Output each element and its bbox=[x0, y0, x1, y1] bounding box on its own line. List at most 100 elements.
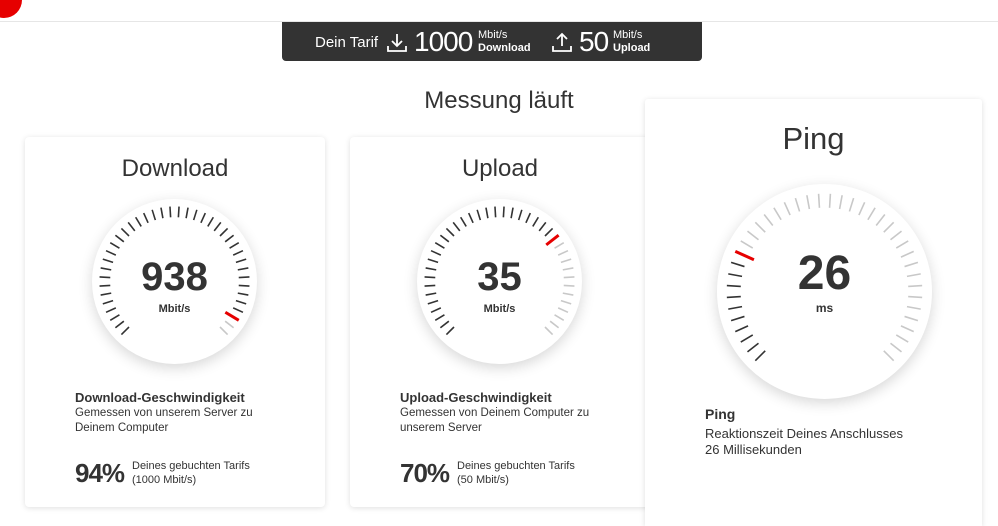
ping-gauge-tick bbox=[754, 350, 766, 362]
ping-gauge-tick bbox=[858, 201, 866, 216]
download-gauge-tick bbox=[224, 320, 235, 329]
ping-gauge-tick bbox=[754, 221, 766, 233]
tariff-upload-unit: Mbit/s Upload bbox=[613, 29, 651, 54]
download-gauge-tick bbox=[177, 206, 180, 218]
ping-gauge-tick bbox=[806, 195, 811, 210]
upload-gauge-tick bbox=[485, 207, 489, 219]
ping-gauge-tick bbox=[773, 207, 782, 221]
upload-gauge-tick bbox=[525, 212, 532, 224]
ping-gauge-tick bbox=[904, 315, 919, 322]
upload-gauge-tick bbox=[554, 241, 565, 249]
upload-title: Upload bbox=[461, 155, 539, 182]
download-gauge-tick bbox=[219, 326, 229, 336]
download-percent-desc: Deines gebuchten Tarifs (1000 Mbit/s) bbox=[132, 460, 250, 486]
download-gauge-tick bbox=[224, 234, 235, 243]
ping-gauge-tick bbox=[734, 325, 749, 333]
download-gauge-tick bbox=[169, 206, 172, 218]
upload-unit: Mbit/s bbox=[483, 303, 516, 315]
download-gauge-tick bbox=[213, 221, 222, 232]
upload-percent: 70% bbox=[400, 458, 450, 488]
upload-gauge-tick bbox=[434, 314, 445, 322]
ping-gauge-tick bbox=[848, 197, 855, 212]
download-title: Download bbox=[121, 155, 229, 182]
download-percent: 94% bbox=[75, 458, 125, 488]
download-unit: Mbit/s bbox=[158, 303, 191, 315]
download-gauge-tick bbox=[151, 209, 157, 221]
download-gauge-tick bbox=[134, 216, 142, 227]
ping-gauge-tick bbox=[746, 342, 759, 353]
download-gauge-tick bbox=[114, 320, 125, 329]
download-value: 938 bbox=[141, 255, 208, 299]
ping-gauge-tick bbox=[867, 207, 876, 221]
ping-card: Ping 26 ms Ping Reaktionszeit Deines Ans… bbox=[645, 99, 982, 526]
upload-icon bbox=[552, 32, 572, 52]
upload-gauge: 35 Mbit/s bbox=[417, 199, 582, 364]
upload-gauge-tick bbox=[459, 216, 467, 227]
ping-gauge: 26 ms bbox=[717, 184, 932, 399]
download-gauge-tick bbox=[160, 207, 164, 219]
upload-gauge-tick bbox=[467, 212, 474, 224]
upload-gauge-tick bbox=[544, 227, 554, 237]
tariff-label: Dein Tarif bbox=[315, 34, 379, 51]
download-gauge-tick bbox=[120, 326, 130, 336]
upload-gauge-tick bbox=[554, 314, 565, 322]
upload-gauge-tick bbox=[476, 209, 482, 221]
upload-gauge-tick bbox=[445, 326, 455, 336]
ping-gauge-tick bbox=[783, 201, 791, 216]
ping-gauge-tick bbox=[746, 230, 759, 241]
download-gauge-tick bbox=[219, 227, 229, 237]
download-description: Gemessen von unserem Server zu Deinem Com… bbox=[75, 407, 253, 434]
ping-gauge-tick bbox=[883, 221, 895, 233]
download-gauge-tick bbox=[120, 227, 130, 237]
ping-gauge-tick bbox=[794, 197, 801, 212]
upload-gauge-tick bbox=[544, 326, 554, 336]
ping-gauge-tick bbox=[900, 325, 915, 333]
download-gauge-tick bbox=[192, 209, 198, 221]
upload-gauge-tick bbox=[502, 206, 505, 218]
download-gauge-tick bbox=[200, 212, 207, 224]
tariff-upload-value: 50 bbox=[579, 26, 609, 57]
upload-card: Upload 35 Mbit/s Upload-Geschwindigkeit … bbox=[350, 137, 650, 507]
upload-gauge-tick bbox=[517, 209, 523, 221]
ping-gauge-tick bbox=[883, 350, 895, 362]
ping-gauge-tick bbox=[730, 315, 745, 322]
upload-gauge-tick bbox=[549, 320, 560, 329]
upload-gauge-tick bbox=[494, 206, 497, 218]
download-gauge-tick bbox=[142, 212, 149, 224]
ping-gauge-tick bbox=[875, 213, 886, 226]
ping-unit: ms bbox=[815, 301, 834, 315]
upload-percent-desc: Deines gebuchten Tarifs (50 Mbit/s) bbox=[457, 460, 575, 486]
ping-gauge-tick bbox=[817, 193, 821, 208]
download-gauge-tick bbox=[207, 216, 215, 227]
download-gauge: 938 Mbit/s bbox=[92, 199, 257, 364]
ping-gauge-tick bbox=[763, 213, 774, 226]
upload-gauge-marker bbox=[545, 234, 560, 247]
download-gauge-tick bbox=[229, 241, 240, 249]
ping-title: Ping bbox=[782, 121, 845, 156]
upload-gauge-tick bbox=[452, 221, 461, 232]
download-gauge-tick bbox=[127, 221, 136, 232]
download-gauge-tick bbox=[114, 234, 125, 243]
tariff-bar: Dein Tarif 1000 Mbit/s Download 50 Mbit/… bbox=[282, 22, 702, 61]
upload-gauge-tick bbox=[510, 207, 514, 219]
upload-gauge-tick bbox=[445, 227, 455, 237]
tariff-download-unit: Mbit/s Download bbox=[478, 29, 531, 54]
download-gauge-tick bbox=[185, 207, 189, 219]
brand-logo[interactable] bbox=[0, 0, 22, 18]
tariff-download-value: 1000 bbox=[414, 26, 473, 57]
upload-value: 35 bbox=[477, 255, 522, 299]
download-gauge-tick bbox=[109, 241, 120, 249]
ping-label: Ping bbox=[705, 406, 736, 422]
ping-gauge-tick bbox=[740, 334, 754, 343]
download-label: Download-Geschwindigkeit bbox=[75, 390, 245, 405]
upload-gauge-tick bbox=[439, 320, 450, 329]
upload-gauge-tick bbox=[532, 216, 540, 227]
ping-description: Reaktionszeit Deines Anschlusses 26 Milli… bbox=[705, 426, 903, 457]
ping-value: 26 bbox=[797, 247, 852, 300]
ping-gauge-tick bbox=[890, 342, 903, 353]
top-navigation-bar bbox=[0, 0, 998, 22]
ping-gauge-tick bbox=[828, 193, 832, 208]
ping-gauge-tick bbox=[890, 230, 903, 241]
upload-gauge-tick bbox=[538, 221, 547, 232]
ping-gauge-tick bbox=[895, 334, 909, 343]
